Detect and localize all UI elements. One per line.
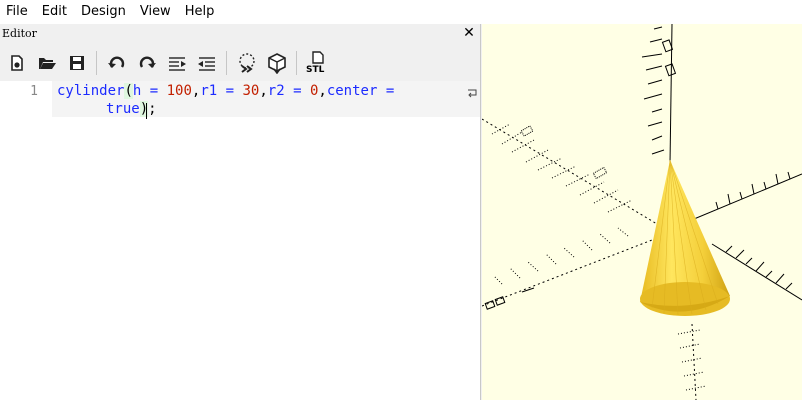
save-icon: [70, 56, 84, 70]
code-comma: ,: [259, 83, 268, 99]
code-keyword-true: true: [106, 101, 140, 117]
3d-scene: [482, 24, 802, 400]
indent-icon: [198, 57, 215, 71]
line-number: 1: [30, 84, 38, 99]
code-semicolon: ;: [148, 101, 157, 117]
open-folder-icon: [39, 58, 56, 69]
z-axis-labels: [661, 39, 677, 77]
editor-title: Editor: [2, 27, 37, 40]
code-function-name: cylinder: [57, 83, 125, 99]
code-param-r2: r2 =: [267, 83, 310, 99]
x-axis-negative-labels: [520, 125, 608, 180]
code-value-r1: 30: [242, 83, 260, 99]
z-axis-ticks: [641, 26, 665, 155]
new-file-icon: [11, 55, 23, 71]
editor-titlebar: Editor ✕: [0, 24, 480, 44]
toolbar-separator: [96, 51, 97, 75]
code-open-paren: (: [124, 83, 133, 99]
redo-icon: [139, 56, 156, 68]
code-comma: ,: [318, 83, 327, 99]
menu-design[interactable]: Design: [74, 0, 133, 24]
y-axis-negative: [482, 239, 653, 307]
menu-help[interactable]: Help: [178, 0, 222, 24]
editor-toolbar: STL: [0, 46, 480, 80]
code-param-h: h =: [132, 83, 167, 99]
export-stl-button[interactable]: STL: [304, 50, 330, 76]
code-param-center: center =: [326, 83, 403, 99]
3d-viewport[interactable]: [482, 24, 802, 400]
open-file-button[interactable]: [34, 50, 60, 76]
indent-button[interactable]: [194, 50, 220, 76]
line-gutter: 1: [0, 81, 52, 400]
redo-button[interactable]: [134, 50, 160, 76]
menu-file[interactable]: File: [0, 0, 35, 24]
save-button[interactable]: [64, 50, 90, 76]
x-axis-negative-ticks: [491, 123, 633, 213]
x-axis-negative: [482, 118, 658, 225]
y-axis-negative-ticks: [493, 227, 629, 285]
stl-label: STL: [306, 65, 325, 75]
toolbar-separator: [296, 51, 297, 75]
undo-button[interactable]: [104, 50, 130, 76]
editor-panel: Editor ✕ STL 1 cylinder(h = 100,r1 = 30,…: [0, 24, 481, 400]
z-axis-negative-ticks: [677, 329, 707, 391]
toolbar-separator: [226, 51, 227, 75]
x-axis-ticks: [715, 171, 791, 210]
code-value-h: 100: [166, 83, 192, 99]
menu-edit[interactable]: Edit: [35, 0, 74, 24]
y-axis-ticks: [725, 245, 793, 290]
new-file-button[interactable]: [4, 50, 30, 76]
render-button[interactable]: [264, 50, 290, 76]
menu-view[interactable]: View: [133, 0, 178, 24]
y-axis-negative-labels: [484, 287, 535, 310]
preview-button[interactable]: [234, 50, 260, 76]
code-param-r1: r1 =: [200, 83, 243, 99]
text-caret: [146, 103, 147, 119]
code-line-1[interactable]: cylinder(h = 100,r1 = 30,r2 = 0,center =: [57, 83, 403, 99]
render-icon: [268, 53, 286, 74]
code-editor[interactable]: 1 cylinder(h = 100,r1 = 30,r2 = 0,center…: [0, 81, 480, 400]
close-icon[interactable]: ✕: [462, 25, 476, 41]
preview-icon: [239, 53, 255, 73]
unindent-button[interactable]: [164, 50, 190, 76]
line-wrap-icon: [468, 89, 477, 98]
code-line-1-wrapped[interactable]: true);: [106, 101, 157, 117]
menu-bar: File Edit Design View Help: [0, 0, 802, 24]
undo-icon: [108, 56, 125, 68]
unindent-icon: [169, 57, 186, 71]
cone-model[interactable]: [640, 159, 730, 316]
